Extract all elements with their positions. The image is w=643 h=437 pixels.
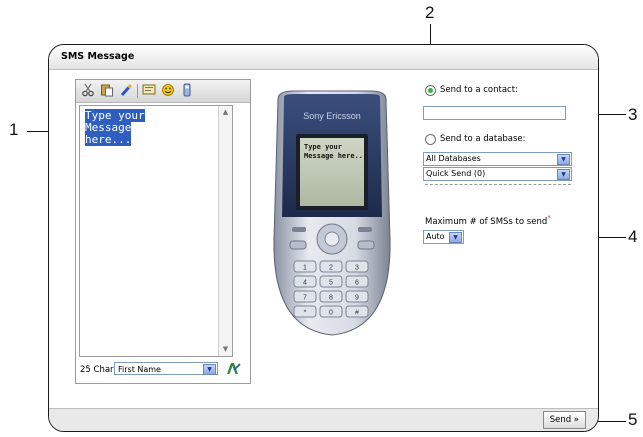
callout-3: 3 <box>628 105 638 124</box>
quicksend-select-value: Quick Send (0) <box>426 169 486 178</box>
insert-field-icon[interactable] <box>225 360 241 376</box>
contact-input[interactable] <box>423 106 566 120</box>
max-sms-value: Auto <box>426 232 445 241</box>
chevron-down-icon: ▼ <box>557 154 570 165</box>
scroll-down-icon[interactable]: ▼ <box>220 344 231 355</box>
max-sms-select[interactable]: Auto ▼ <box>423 230 464 244</box>
message-composer: Type your Message here... ▲ ▼ 25 Chars F… <box>75 79 251 384</box>
phone-screen-line1: Type your <box>304 143 342 151</box>
message-text: Type your Message here... <box>85 109 195 146</box>
send-button[interactable]: Send » <box>542 411 586 429</box>
composer-toolbar <box>76 80 250 103</box>
max-sms-label-text: Maximum # of SMSs to send <box>425 216 548 227</box>
merge-field-select[interactable]: First Name ▼ <box>114 362 218 375</box>
message-textarea[interactable]: Type your Message here... ▲ ▼ <box>79 105 233 357</box>
required-marker: * <box>547 213 551 222</box>
paste-icon[interactable] <box>99 83 114 98</box>
template-icon[interactable] <box>141 83 156 98</box>
phone-key-label: 7 <box>303 295 307 302</box>
chevron-down-icon: ▼ <box>557 169 570 180</box>
phone-key-label: 9 <box>355 295 359 302</box>
window-title: SMS Message <box>61 51 135 62</box>
phone-key-label: 2 <box>329 265 333 272</box>
send-to-contact-label: Send to a contact: <box>440 85 518 95</box>
cut-icon[interactable] <box>80 83 95 98</box>
section-divider <box>425 184 571 185</box>
phone-key-label: 1 <box>303 265 307 272</box>
phone-key-label: 8 <box>329 295 333 302</box>
chevron-down-icon: ▼ <box>449 232 462 243</box>
title-bar: SMS Message <box>49 45 598 70</box>
send-to-contact-radio[interactable] <box>425 85 436 96</box>
max-sms-label: Maximum # of SMSs to send* <box>425 213 551 227</box>
toolbar-separator <box>137 84 138 98</box>
phone-key-label: 5 <box>329 280 333 287</box>
message-text-line2: here... <box>85 133 132 146</box>
callout-2: 2 <box>425 3 435 22</box>
scroll-up-icon[interactable]: ▲ <box>220 107 231 118</box>
phone-key-label: * <box>304 310 307 317</box>
char-count: 25 Chars <box>80 365 118 375</box>
footer-bar: Send » <box>49 408 598 431</box>
phone-icon[interactable] <box>179 83 194 98</box>
smiley-icon[interactable] <box>160 83 175 98</box>
callout-1: 1 <box>9 120 19 139</box>
send-to-database-label: Send to a database: <box>440 134 526 144</box>
send-to-database-radio[interactable] <box>425 134 436 145</box>
phone-screen-line2: Message here... <box>304 152 367 160</box>
eraser-icon[interactable] <box>118 83 133 98</box>
phone-key-label: 3 <box>355 265 359 272</box>
phone-brand: Sony Ericsson <box>303 111 361 121</box>
quicksend-select[interactable]: Quick Send (0) ▼ <box>423 167 572 181</box>
phone-key-label: 0 <box>329 310 333 317</box>
sms-message-window: SMS Message Type your Message here... ▲ … <box>48 44 599 432</box>
phone-key-label: 6 <box>355 280 359 287</box>
callout-4: 4 <box>628 227 638 246</box>
database-select-value: All Databases <box>426 154 481 163</box>
chevron-down-icon: ▼ <box>203 364 216 375</box>
phone-key-label: 4 <box>303 280 307 287</box>
phone-preview: Sony Ericsson Type your Message here... … <box>264 89 400 339</box>
merge-field-value: First Name <box>118 365 161 374</box>
message-scrollbar[interactable]: ▲ ▼ <box>218 106 232 356</box>
callout-5: 5 <box>628 410 638 429</box>
message-text-line1: Type your Message <box>85 109 145 134</box>
phone-key-label: # <box>355 310 359 317</box>
database-select[interactable]: All Databases ▼ <box>423 152 572 166</box>
